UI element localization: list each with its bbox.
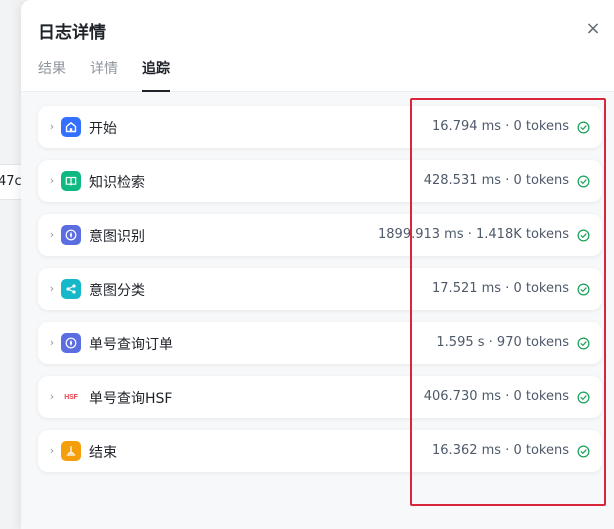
hsf-icon: HSF — [64, 393, 78, 401]
trace-row-intent-recognition[interactable]: › 意图识别 1899.913 ms · 1.418K tokens — [38, 214, 602, 256]
background-fragment-text: 47c — [0, 174, 22, 189]
trace-row-hsf-lookup[interactable]: › HSF 单号查询HSF 406.730 ms · 0 tokens — [38, 376, 602, 418]
node-metric: 1.595 s · 970 tokens — [436, 335, 569, 350]
node-metric: 17.521 ms · 0 tokens — [432, 281, 569, 296]
check-circle-icon — [577, 121, 590, 134]
node-name: 意图识别 — [89, 229, 145, 245]
chevron-right-icon[interactable]: › — [46, 444, 58, 458]
check-circle-icon — [577, 229, 590, 242]
close-icon[interactable]: × — [584, 20, 602, 38]
trace-row-intent-classification[interactable]: › 意图分类 17.521 ms · 0 tokens — [38, 268, 602, 310]
check-circle-icon — [577, 175, 590, 188]
node-name: 意图分类 — [89, 283, 145, 299]
chevron-right-icon[interactable]: › — [46, 336, 58, 350]
node-name: 开始 — [89, 121, 117, 137]
node-name: 知识检索 — [89, 175, 145, 191]
check-circle-icon — [577, 445, 590, 458]
home-icon — [61, 117, 81, 137]
trace-row-end[interactable]: › 结束 16.362 ms · 0 tokens — [38, 430, 602, 472]
trace-row-start[interactable]: › 开始 16.794 ms · 0 tokens — [38, 106, 602, 148]
node-metric: 1899.913 ms · 1.418K tokens — [378, 227, 569, 242]
share-icon — [61, 279, 81, 299]
trace-list: › 开始 16.794 ms · 0 tokens › 知识检索 428.531… — [21, 92, 614, 529]
check-circle-icon — [577, 283, 590, 296]
tab-details[interactable]: 详情 — [90, 58, 118, 92]
node-metric: 16.362 ms · 0 tokens — [432, 443, 569, 458]
node-name: 结束 — [89, 445, 117, 461]
log-details-modal: 日志详情 × 结果 详情 追踪 › 开始 16.794 ms · 0 token… — [21, 0, 614, 529]
node-name: 单号查询订单 — [89, 337, 173, 353]
chevron-right-icon[interactable]: › — [46, 390, 58, 404]
chevron-right-icon[interactable]: › — [46, 174, 58, 188]
book-icon — [61, 171, 81, 191]
node-metric: 428.531 ms · 0 tokens — [423, 173, 569, 188]
check-circle-icon — [577, 337, 590, 350]
compass-icon — [61, 225, 81, 245]
chevron-right-icon[interactable]: › — [46, 282, 58, 296]
tab-trace[interactable]: 追踪 — [142, 58, 170, 92]
flag-icon — [61, 441, 81, 461]
check-circle-icon — [577, 391, 590, 404]
chevron-right-icon[interactable]: › — [46, 120, 58, 134]
node-metric: 406.730 ms · 0 tokens — [423, 389, 569, 404]
tab-bar: 结果 详情 追踪 — [38, 58, 170, 92]
trace-row-order-lookup[interactable]: › 单号查询订单 1.595 s · 970 tokens — [38, 322, 602, 364]
modal-header: 日志详情 × 结果 详情 追踪 — [21, 0, 614, 92]
trace-row-knowledge-retrieval[interactable]: › 知识检索 428.531 ms · 0 tokens — [38, 160, 602, 202]
compass-icon — [61, 333, 81, 353]
tab-result[interactable]: 结果 — [38, 58, 66, 92]
node-name: 单号查询HSF — [89, 391, 173, 407]
background-panel-fragment: 47c — [0, 164, 22, 200]
chevron-right-icon[interactable]: › — [46, 228, 58, 242]
node-metric: 16.794 ms · 0 tokens — [432, 119, 569, 134]
modal-title: 日志详情 — [38, 23, 106, 43]
